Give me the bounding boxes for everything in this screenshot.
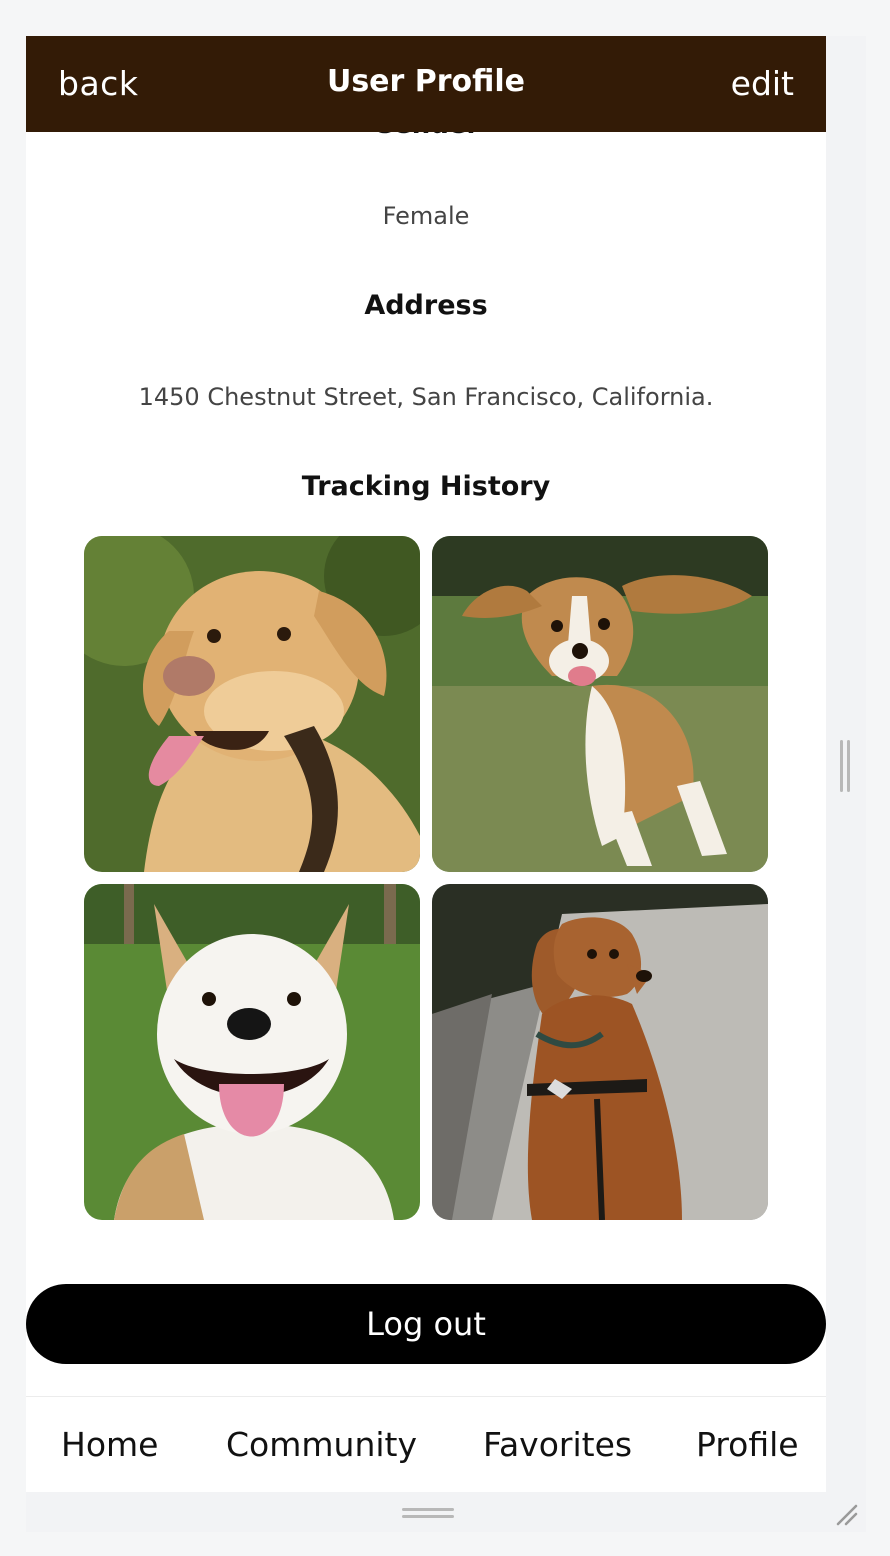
running-beagle-image bbox=[432, 536, 768, 872]
tab-profile[interactable]: Profile bbox=[696, 1425, 799, 1464]
gender-value: Female bbox=[382, 202, 470, 230]
address-value: 1450 Chestnut Street, San Francisco, Cal… bbox=[138, 383, 714, 411]
golden-labrador-photo[interactable] bbox=[84, 536, 420, 872]
tracking-history-gallery bbox=[84, 536, 768, 1220]
tab-favorites[interactable]: Favorites bbox=[483, 1425, 632, 1464]
bottom-resize-handle[interactable] bbox=[402, 1508, 454, 1520]
smiling-white-terrier-image bbox=[84, 884, 420, 1220]
smiling-white-terrier-photo[interactable] bbox=[84, 884, 420, 1220]
golden-labrador-image bbox=[84, 536, 420, 872]
address-label: Address bbox=[364, 290, 488, 321]
resize-grip-icon[interactable] bbox=[834, 1502, 858, 1526]
edit-button[interactable]: edit bbox=[731, 64, 794, 103]
tab-community[interactable]: Community bbox=[226, 1425, 417, 1464]
page-title: User Profile bbox=[326, 64, 526, 99]
golden-retriever-sitting-image bbox=[432, 884, 768, 1220]
app-screen: back User Profile edit Gender Female Add… bbox=[26, 36, 826, 1492]
bottom-tab-bar: Home Community Favorites Profile bbox=[26, 1396, 826, 1492]
running-beagle-photo[interactable] bbox=[432, 536, 768, 872]
golden-retriever-sitting-photo[interactable] bbox=[432, 884, 768, 1220]
logout-button[interactable]: Log out bbox=[26, 1284, 826, 1364]
tracking-history-label: Tracking History bbox=[301, 471, 551, 502]
tab-home[interactable]: Home bbox=[61, 1425, 158, 1464]
top-nav-bar: back User Profile edit bbox=[26, 36, 826, 132]
side-resize-handle[interactable] bbox=[840, 740, 852, 792]
device-frame: back User Profile edit Gender Female Add… bbox=[26, 36, 866, 1532]
